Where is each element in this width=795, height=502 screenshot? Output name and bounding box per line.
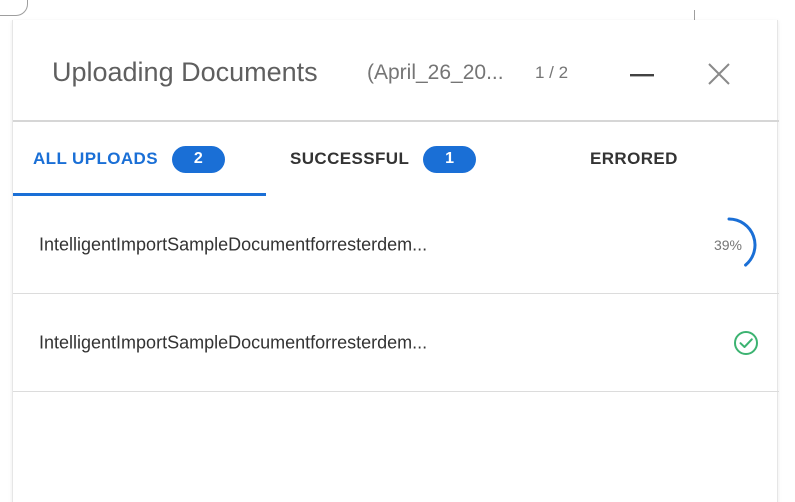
upload-filename: IntelligentImportSampleDocumentforrester… (39, 234, 428, 254)
upload-dialog: Uploading Documents (April_26_20... 1 / … (12, 20, 779, 502)
dialog-header: Uploading Documents (April_26_20... 1 / … (13, 20, 779, 122)
tab-all-uploads-label: ALL UPLOADS (33, 149, 158, 168)
dialog-title: Uploading Documents (52, 57, 318, 87)
minimize-icon (630, 74, 654, 77)
close-icon (708, 63, 730, 85)
screen: Uploading Documents (April_26_20... 1 / … (0, 0, 795, 502)
close-button[interactable] (699, 54, 739, 94)
upload-list: IntelligentImportSampleDocumentforrester… (13, 196, 779, 392)
tab-errored[interactable]: ERRORED (590, 122, 678, 196)
check-circle-icon (734, 330, 758, 355)
background-corner-mark (0, 0, 28, 16)
tab-successful[interactable]: SUCCESSFUL 1 (290, 122, 477, 196)
upload-row[interactable]: IntelligentImportSampleDocumentforrester… (13, 294, 779, 392)
upload-tabs: ALL UPLOADS 2 SUCCESSFUL 1 ERRORED (13, 122, 779, 196)
tab-errored-label: ERRORED (590, 149, 678, 168)
all-uploads-count-badge: 2 (171, 145, 225, 173)
minimize-button[interactable] (622, 54, 662, 94)
upload-progress: 39% (699, 209, 771, 281)
dialog-subtitle: (April_26_20... (367, 61, 504, 84)
progress-percent: 39% (713, 236, 743, 253)
tab-all-uploads[interactable]: ALL UPLOADS 2 (33, 122, 225, 196)
tab-successful-label: SUCCESSFUL (290, 149, 410, 168)
upload-counter: 1 / 2 (535, 63, 569, 82)
upload-filename: IntelligentImportSampleDocumentforrester… (39, 332, 428, 352)
successful-count-badge: 1 (423, 145, 477, 173)
upload-row[interactable]: IntelligentImportSampleDocumentforrester… (13, 196, 779, 294)
